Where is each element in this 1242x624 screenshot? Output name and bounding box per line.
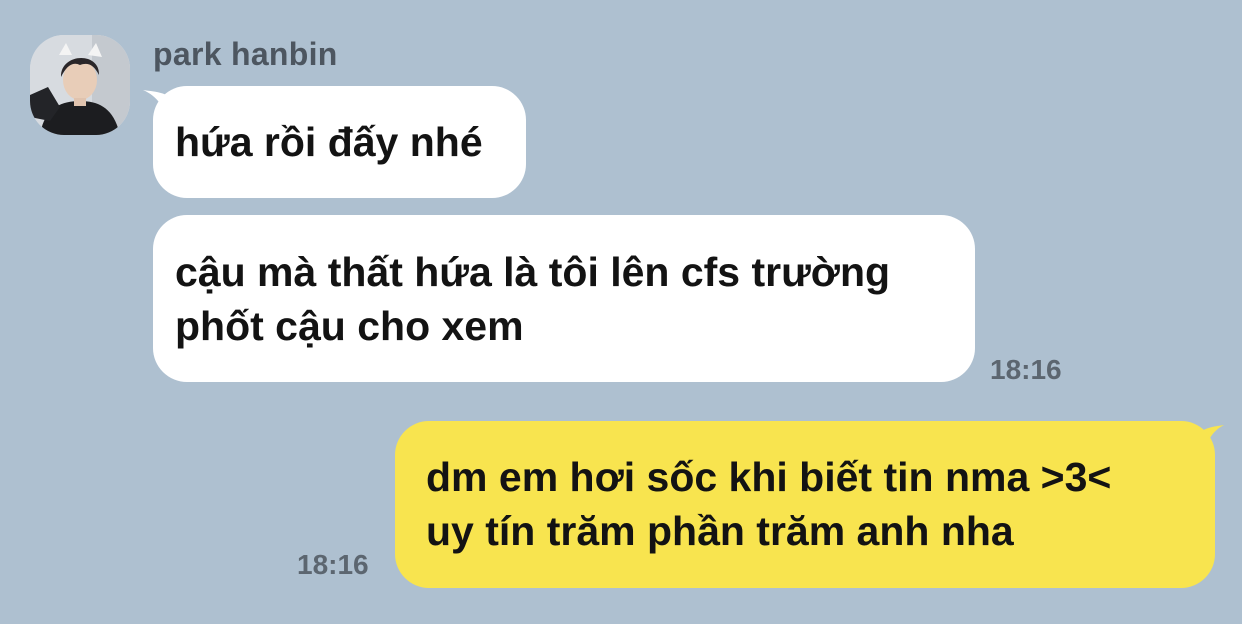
message-text: hứa rồi đấy nhé	[175, 119, 483, 165]
contact-avatar[interactable]	[30, 35, 130, 135]
message-timestamp: 18:16	[297, 549, 369, 580]
message-timestamp: 18:16	[990, 354, 1062, 385]
message-text-line: uy tín trăm phần trăm anh nha	[426, 508, 1014, 554]
message-bubble-incoming[interactable]: hứa rồi đấy nhé	[153, 86, 526, 198]
message-text-line: dm em hơi sốc khi biết tin nma >3<	[426, 454, 1112, 500]
message-text-line: phốt cậu cho xem	[175, 303, 524, 349]
message-bubble-outgoing[interactable]: dm em hơi sốc khi biết tin nma >3< uy tí…	[395, 421, 1215, 588]
profile-photo-avatar-icon	[30, 35, 130, 135]
sender-name: park hanbin	[153, 36, 338, 72]
message-text-line: cậu mà thất hứa là tôi lên cfs trường	[175, 249, 891, 295]
message-bubble-incoming[interactable]: cậu mà thất hứa là tôi lên cfs trường ph…	[153, 215, 975, 382]
chat-area: park hanbin hứa rồi đấy nhé cậu mà thất …	[0, 0, 1242, 624]
